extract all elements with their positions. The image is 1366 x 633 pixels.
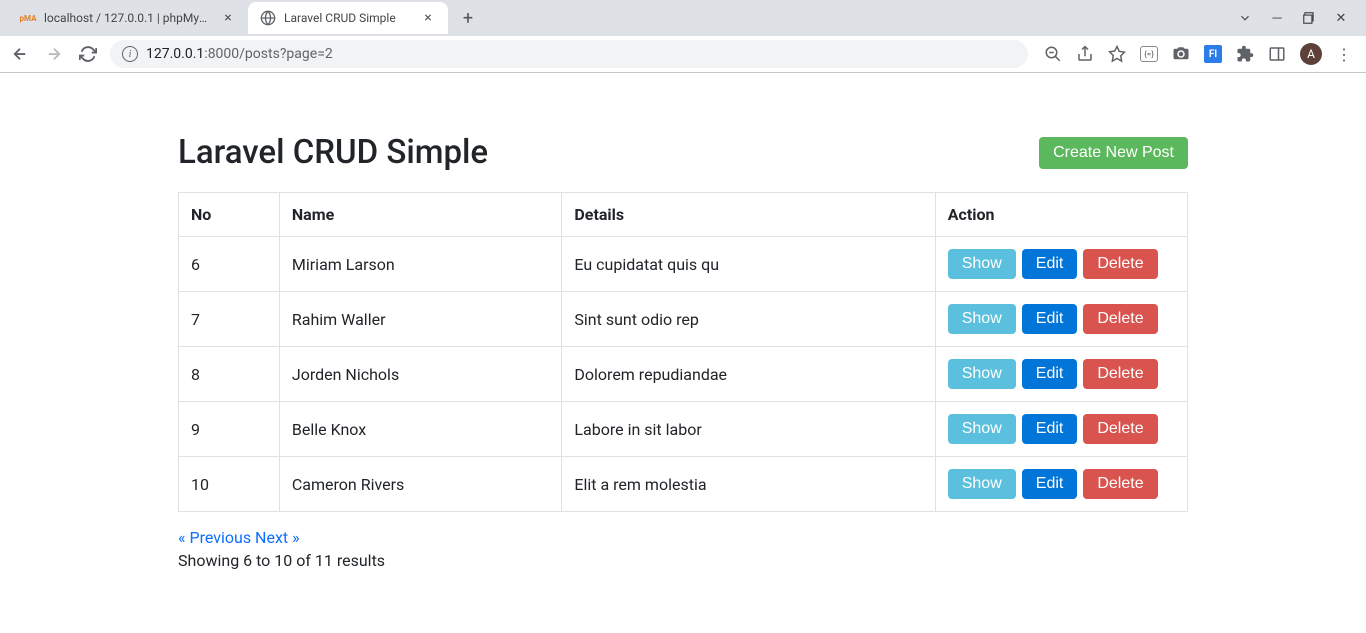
- close-icon[interactable]: ×: [220, 10, 236, 26]
- extension-fl-icon[interactable]: Fl: [1204, 45, 1222, 63]
- page-title: Laravel CRUD Simple: [178, 133, 488, 172]
- tab-laravel-crud[interactable]: Laravel CRUD Simple ×: [248, 2, 448, 34]
- results-summary: Showing 6 to 10 of 11 results: [178, 551, 1188, 570]
- cell-details: Sint sunt odio rep: [562, 292, 935, 347]
- cell-no: 7: [179, 292, 280, 347]
- show-button[interactable]: Show: [948, 304, 1016, 334]
- cell-action: ShowEditDelete: [935, 457, 1187, 512]
- tab-bar: pMA localhost / 127.0.0.1 | phpMyAdm × L…: [0, 0, 1366, 36]
- table-row: 9Belle KnoxLabore in sit laborShowEditDe…: [179, 402, 1188, 457]
- col-details: Details: [562, 193, 935, 237]
- globe-icon: [260, 10, 276, 26]
- zoom-icon[interactable]: [1044, 45, 1062, 63]
- col-no: No: [179, 193, 280, 237]
- maximize-icon[interactable]: [1302, 11, 1316, 25]
- bookmark-icon[interactable]: [1108, 45, 1126, 63]
- cell-name: Jorden Nichols: [279, 347, 562, 402]
- pagination: « Previous Next »: [178, 528, 1188, 547]
- site-info-icon[interactable]: i: [122, 46, 138, 62]
- show-button[interactable]: Show: [948, 469, 1016, 499]
- reload-button[interactable]: [76, 42, 100, 66]
- cell-no: 9: [179, 402, 280, 457]
- show-button[interactable]: Show: [948, 359, 1016, 389]
- edit-button[interactable]: Edit: [1022, 304, 1078, 334]
- close-window-icon[interactable]: ✕: [1334, 11, 1348, 25]
- edit-button[interactable]: Edit: [1022, 359, 1078, 389]
- chevron-down-icon[interactable]: [1238, 11, 1252, 25]
- cell-no: 6: [179, 237, 280, 292]
- col-action: Action: [935, 193, 1187, 237]
- table-row: 7Rahim WallerSint sunt odio repShowEditD…: [179, 292, 1188, 347]
- table-row: 8Jorden NicholsDolorem repudiandaeShowEd…: [179, 347, 1188, 402]
- col-name: Name: [279, 193, 562, 237]
- edit-button[interactable]: Edit: [1022, 414, 1078, 444]
- cell-action: ShowEditDelete: [935, 237, 1187, 292]
- show-button[interactable]: Show: [948, 414, 1016, 444]
- forward-button[interactable]: [42, 42, 66, 66]
- cell-name: Cameron Rivers: [279, 457, 562, 512]
- delete-button[interactable]: Delete: [1083, 469, 1157, 499]
- side-panel-icon[interactable]: [1268, 45, 1286, 63]
- camera-icon[interactable]: [1172, 45, 1190, 63]
- browser-chrome: pMA localhost / 127.0.0.1 | phpMyAdm × L…: [0, 0, 1366, 73]
- pagination-prev[interactable]: « Previous: [178, 528, 251, 547]
- tab-phpmyadmin[interactable]: pMA localhost / 127.0.0.1 | phpMyAdm ×: [8, 2, 248, 34]
- pagination-next[interactable]: Next »: [255, 528, 300, 547]
- extensions-icon[interactable]: [1236, 45, 1254, 63]
- cell-name: Belle Knox: [279, 402, 562, 457]
- cell-no: 8: [179, 347, 280, 402]
- cell-details: Elit a rem molestia: [562, 457, 935, 512]
- profile-avatar[interactable]: A: [1300, 43, 1322, 65]
- posts-table: No Name Details Action 6Miriam LarsonEu …: [178, 192, 1188, 512]
- toolbar-icons: {=} Fl A ⋮: [1038, 43, 1358, 65]
- table-row: 6Miriam LarsonEu cupidatat quis quShowEd…: [179, 237, 1188, 292]
- cell-details: Dolorem repudiandae: [562, 347, 935, 402]
- url-text: 127.0.0.1:8000/posts?page=2: [146, 46, 333, 62]
- new-tab-button[interactable]: +: [454, 4, 482, 32]
- delete-button[interactable]: Delete: [1083, 414, 1157, 444]
- share-icon[interactable]: [1076, 45, 1094, 63]
- close-icon[interactable]: ×: [420, 10, 436, 26]
- delete-button[interactable]: Delete: [1083, 304, 1157, 334]
- create-post-button[interactable]: Create New Post: [1039, 137, 1188, 169]
- edit-button[interactable]: Edit: [1022, 469, 1078, 499]
- cell-action: ShowEditDelete: [935, 292, 1187, 347]
- page-viewport: Laravel CRUD Simple Create New Post No N…: [0, 73, 1366, 633]
- minimize-icon[interactable]: ─: [1270, 11, 1284, 25]
- cell-no: 10: [179, 457, 280, 512]
- table-row: 10Cameron RiversElit a rem molestiaShowE…: [179, 457, 1188, 512]
- cell-name: Miriam Larson: [279, 237, 562, 292]
- menu-icon[interactable]: ⋮: [1336, 45, 1352, 64]
- address-bar: i 127.0.0.1:8000/posts?page=2 {=} Fl: [0, 36, 1366, 72]
- main-container: Laravel CRUD Simple Create New Post No N…: [178, 73, 1188, 610]
- tab-title: localhost / 127.0.0.1 | phpMyAdm: [44, 11, 212, 25]
- url-input[interactable]: i 127.0.0.1:8000/posts?page=2: [110, 40, 1028, 68]
- show-button[interactable]: Show: [948, 249, 1016, 279]
- window-controls: ─ ✕: [1238, 11, 1358, 25]
- delete-button[interactable]: Delete: [1083, 359, 1157, 389]
- tab-title: Laravel CRUD Simple: [284, 11, 412, 25]
- delete-button[interactable]: Delete: [1083, 249, 1157, 279]
- cell-details: Labore in sit labor: [562, 402, 935, 457]
- back-button[interactable]: [8, 42, 32, 66]
- cell-name: Rahim Waller: [279, 292, 562, 347]
- extension-box-icon[interactable]: {=}: [1140, 45, 1158, 63]
- cell-action: ShowEditDelete: [935, 347, 1187, 402]
- phpmyadmin-icon: pMA: [20, 10, 36, 26]
- table-header-row: No Name Details Action: [179, 193, 1188, 237]
- page-header: Laravel CRUD Simple Create New Post: [178, 133, 1188, 172]
- edit-button[interactable]: Edit: [1022, 249, 1078, 279]
- cell-action: ShowEditDelete: [935, 402, 1187, 457]
- cell-details: Eu cupidatat quis qu: [562, 237, 935, 292]
